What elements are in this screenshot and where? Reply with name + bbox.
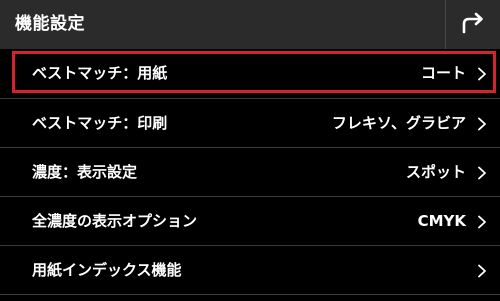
back-button[interactable] [446, 0, 500, 49]
list-item-bestmatch-paper[interactable]: ベストマッチ：用紙 コート [0, 49, 500, 98]
list-item-value: スポット [405, 163, 466, 181]
chevron-right-icon [476, 165, 488, 180]
page-title: 機能設定 [15, 14, 85, 34]
list-item-all-density-options[interactable]: 全濃度の表示オプション CMYK [0, 196, 500, 245]
chevron-right-icon [476, 214, 488, 229]
header-bar: 機能設定 [0, 0, 500, 49]
list-item-paper-index[interactable]: 用紙インデックス機能 [0, 245, 500, 294]
chevron-right-icon [476, 263, 488, 278]
list-item-label: 全濃度の表示オプション [32, 212, 198, 230]
list-item-label: 濃度：表示設定 [32, 163, 138, 181]
list-item-value: フレキソ、グラビア [331, 114, 466, 132]
settings-list: ベストマッチ：用紙 コート ベストマッチ：印刷 フレキソ、グラビア 濃度：表示設… [0, 49, 500, 294]
list-item-value: コート [420, 64, 466, 82]
chevron-right-icon [476, 66, 488, 81]
list-bottom-edge [0, 294, 500, 301]
list-item-density-display[interactable]: 濃度：表示設定 スポット [0, 147, 500, 196]
list-item-value: CMYK [417, 212, 466, 230]
chevron-right-icon [476, 116, 488, 131]
list-item-label: ベストマッチ：用紙 [32, 64, 168, 82]
list-item-label: 用紙インデックス機能 [32, 261, 182, 279]
return-arrow-icon [461, 12, 485, 38]
list-item-label: ベストマッチ：印刷 [32, 114, 168, 132]
list-item-bestmatch-printing[interactable]: ベストマッチ：印刷 フレキソ、グラビア [0, 98, 500, 147]
